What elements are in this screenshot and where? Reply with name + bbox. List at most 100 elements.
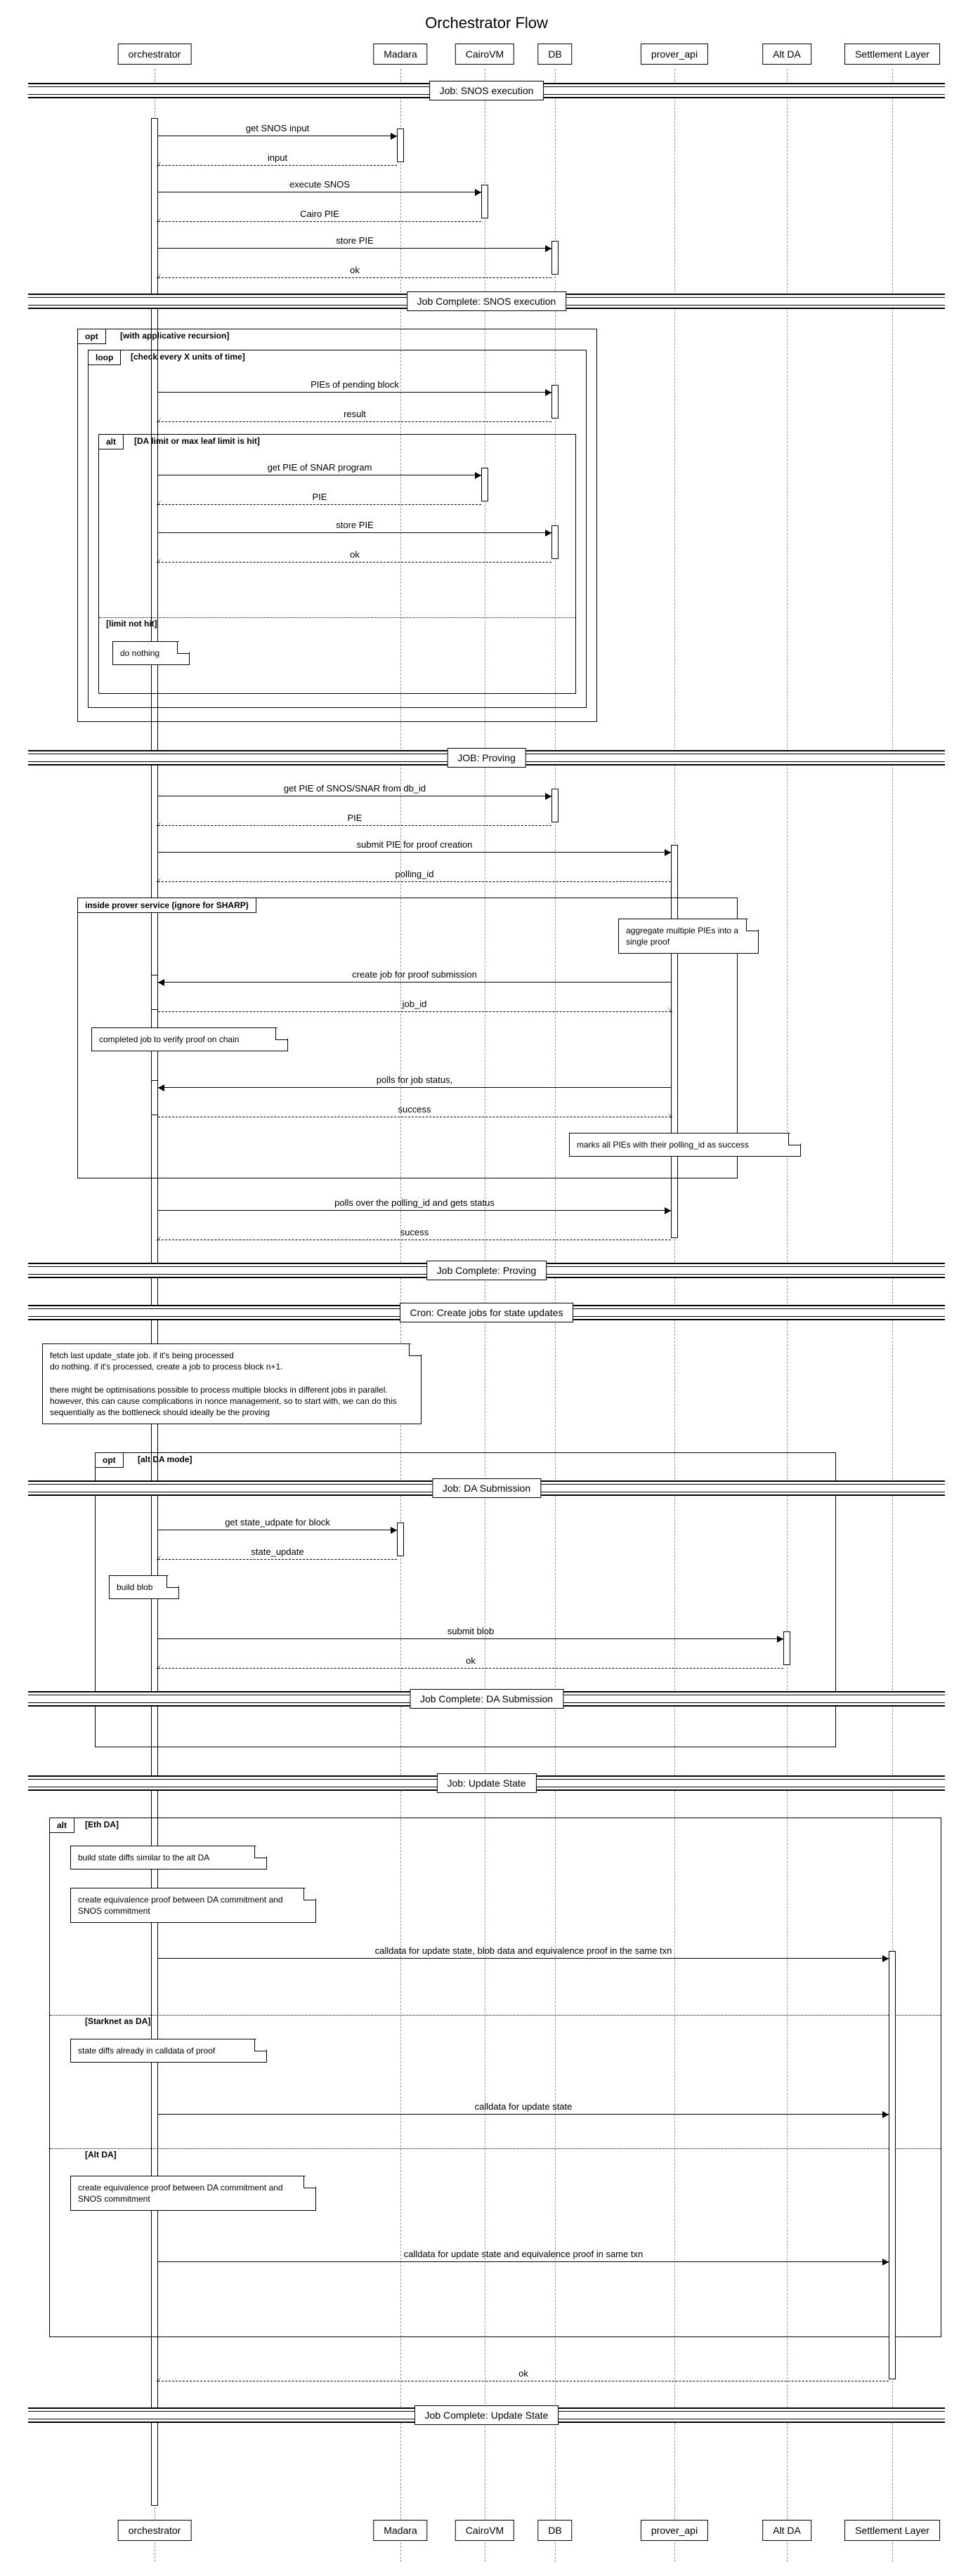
msg: PIE <box>158 492 481 505</box>
divider-da-complete: Job Complete: DA Submission <box>28 1691 945 1707</box>
msg: ok <box>158 1656 783 1669</box>
actor-cairovm: CairoVM <box>455 44 514 65</box>
msg: get SNOS input <box>158 124 397 136</box>
frame-tag: alt <box>99 435 124 449</box>
actor-db: DB <box>537 44 572 65</box>
actor-orchestrator-bottom: orchestrator <box>118 2520 192 2541</box>
activation-db <box>551 241 559 275</box>
divider-job-snos-complete: Job Complete: SNOS execution <box>28 294 945 309</box>
msg: calldata for update state <box>158 2102 889 2115</box>
activation-orch-inner <box>151 975 158 1010</box>
activation-madara2 <box>397 1523 404 1556</box>
actor-db-bottom: DB <box>537 2520 572 2541</box>
activation-cairovm <box>481 185 488 218</box>
diagram-title: Orchestrator Flow <box>0 14 973 32</box>
frame-guard: [Eth DA] <box>85 1820 119 1829</box>
actor-header: orchestrator Madara CairoVM DB prover_ap… <box>0 44 973 69</box>
frame-tag: alt <box>50 1818 74 1833</box>
msg: input <box>158 153 397 166</box>
msg: ok <box>158 2369 889 2381</box>
divider-update-complete: Job Complete: Update State <box>28 2407 945 2423</box>
actor-altda: Alt DA <box>762 44 811 65</box>
divider-job-proving: JOB: Proving <box>28 750 945 765</box>
note-state-calldata: state diffs already in calldata of proof <box>70 2039 267 2063</box>
divider-label: Job Complete: Proving <box>426 1261 547 1280</box>
actor-cairovm-bottom: CairoVM <box>455 2520 514 2541</box>
divider-label: Job Complete: DA Submission <box>410 1689 563 1709</box>
frame-guard: [check every X units of time] <box>131 352 245 362</box>
msg: ok <box>158 550 551 563</box>
actor-altda-bottom: Alt DA <box>762 2520 811 2541</box>
note-equiv2: create equivalence proof between DA comm… <box>70 2176 316 2211</box>
activation-madara <box>397 129 404 162</box>
note-fetch: fetch last update_state job. if it's bei… <box>42 1343 422 1424</box>
note-do-nothing: do nothing <box>112 641 190 665</box>
frame-tag: loop <box>89 350 121 365</box>
lifeline-area: Job: SNOS execution get SNOS input input… <box>0 69 973 2562</box>
divider-label: Job: DA Submission <box>432 1478 541 1498</box>
note-build-blob: build blob <box>109 1575 179 1599</box>
msg: PIEs of pending block <box>158 380 551 393</box>
msg: Cairo PIE <box>158 209 481 222</box>
frame-guard: [with applicative recursion] <box>120 331 229 341</box>
divider-update: Job: Update State <box>28 1775 945 1791</box>
actor-settlement-bottom: Settlement Layer <box>844 2520 940 2541</box>
divider-label: Job: Update State <box>436 1773 536 1793</box>
msg: get state_udpate for block <box>158 1518 397 1530</box>
actor-madara-bottom: Madara <box>373 2520 427 2541</box>
divider-job-snos: Job: SNOS execution <box>28 83 945 98</box>
msg: calldata for update state, blob data and… <box>158 1946 889 1959</box>
sequence-diagram: Orchestrator Flow orchestrator Madara Ca… <box>0 14 973 2562</box>
actor-settlement: Settlement Layer <box>844 44 940 65</box>
msg: get PIE of SNAR program <box>158 463 481 475</box>
note-completed: completed job to verify proof on chain <box>91 1027 288 1051</box>
divider-label: JOB: Proving <box>447 748 525 768</box>
msg: success <box>158 1105 671 1117</box>
frame-tag: opt <box>78 329 106 344</box>
divider-label: Cron: Create jobs for state updates <box>400 1303 574 1322</box>
divider-label: Job Complete: Update State <box>414 2405 559 2425</box>
frame-tag: inside prover service (ignore for SHARP) <box>78 898 256 913</box>
frame-guard: [limit not hit] <box>106 619 157 629</box>
frame-tag: opt <box>96 1453 124 1468</box>
msg: state_update <box>158 1547 397 1560</box>
note-equiv1: create equivalence proof between DA comm… <box>70 1888 316 1923</box>
frame-guard: [alt DA mode] <box>138 1454 192 1464</box>
msg: create job for proof submission <box>158 970 671 983</box>
note-marks: marks all PIEs with their polling_id as … <box>569 1133 801 1157</box>
activation-db <box>551 525 559 559</box>
actor-orchestrator: orchestrator <box>118 44 192 65</box>
msg: submit blob <box>158 1627 783 1639</box>
divider-label: Job Complete: SNOS execution <box>407 291 567 311</box>
activation-db <box>551 789 559 822</box>
frame-guard: [Starknet as DA] <box>85 2016 150 2026</box>
actor-prover: prover_api <box>641 44 708 65</box>
divider-proving-complete: Job Complete: Proving <box>28 1263 945 1278</box>
msg: PIE <box>158 813 551 826</box>
msg: store PIE <box>158 236 551 249</box>
activation-cairovm <box>481 468 488 501</box>
divider-da: Job: DA Submission <box>28 1480 945 1496</box>
activation-orch-inner2 <box>151 1080 158 1115</box>
msg: calldata for update state and equivalenc… <box>158 2249 889 2262</box>
activation-db <box>551 385 559 419</box>
frame-guard: [DA limit or max leaf limit is hit] <box>134 436 260 446</box>
actor-madara: Madara <box>373 44 427 65</box>
msg: ok <box>158 265 551 278</box>
actor-prover-bottom: prover_api <box>641 2520 708 2541</box>
frame-guard: [Alt DA] <box>85 2150 117 2160</box>
msg: get PIE of SNOS/SNAR from db_id <box>158 784 551 796</box>
msg: job_id <box>158 999 671 1012</box>
msg: polling_id <box>158 869 671 882</box>
msg: sucess <box>158 1228 671 1240</box>
activation-settlement <box>889 1951 896 2379</box>
msg: result <box>158 409 551 422</box>
msg: execute SNOS <box>158 180 481 192</box>
activation-altda <box>783 1631 790 1665</box>
divider-cron: Cron: Create jobs for state updates <box>28 1305 945 1320</box>
msg: polls for job status, <box>158 1075 671 1088</box>
msg: polls over the polling_id and gets statu… <box>158 1198 671 1211</box>
note-aggregate: aggregate multiple PIEs into a single pr… <box>618 919 759 954</box>
note-build-state: build state diffs similar to the alt DA <box>70 1846 267 1869</box>
msg: submit PIE for proof creation <box>158 840 671 853</box>
